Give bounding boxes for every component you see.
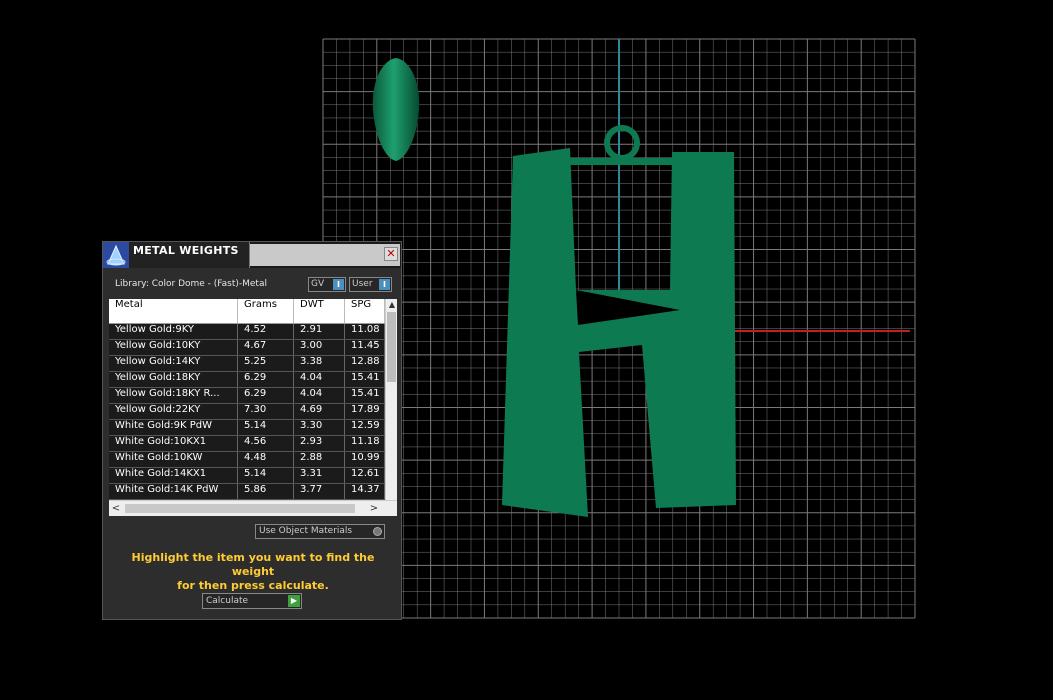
table-row[interactable]: White Gold:14KX1 5.14 3.31 12.61 [109,468,385,484]
app-logo-icon [103,242,129,268]
cell-metal: White Gold:10KW [109,452,238,467]
table-row[interactable]: Yellow Gold:9KY 4.52 2.91 11.08 [109,324,385,340]
cell-metal: Yellow Gold:10KY [109,340,238,355]
play-icon: ▶ [288,595,300,607]
cell-grams: 5.25 [238,356,294,371]
scroll-up-icon[interactable]: ▲ [386,299,397,311]
cell-grams: 5.14 [238,468,294,483]
cell-spg: 11.45 [345,340,385,355]
cell-dwt: 3.31 [294,468,345,483]
cell-grams: 4.52 [238,324,294,339]
instructions-text: Highlight the item you want to find the … [113,551,393,593]
cell-dwt: 4.04 [294,372,345,387]
cell-grams: 4.56 [238,436,294,451]
cell-grams: 6.29 [238,372,294,387]
cell-grams: 5.14 [238,420,294,435]
horizontal-scroll-thumb[interactable] [125,504,355,513]
cell-spg: 11.08 [345,324,385,339]
column-header-dwt[interactable]: DWT [294,299,345,323]
cell-metal: White Gold:14K PdW [109,484,238,499]
cell-spg: 12.59 [345,420,385,435]
cell-metal: Yellow Gold:14KY [109,356,238,371]
cell-spg: 15.41 [345,388,385,403]
table-row[interactable]: White Gold:10KX1 4.56 2.93 11.18 [109,436,385,452]
gv-toggle[interactable]: GV I [308,277,346,292]
gv-toggle-knob: I [333,279,344,290]
cell-dwt: 3.00 [294,340,345,355]
radio-icon[interactable] [373,527,382,536]
table-row[interactable]: White Gold:10KW 4.48 2.88 10.99 [109,452,385,468]
use-object-materials-label: Use Object Materials [259,526,353,536]
vertical-scroll-thumb[interactable] [387,312,396,382]
close-icon[interactable]: ✕ [384,247,398,261]
cell-metal: Yellow Gold:22KY [109,404,238,419]
use-object-materials-option[interactable]: Use Object Materials [255,524,385,539]
cell-grams: 6.29 [238,388,294,403]
table-row[interactable]: White Gold:9K PdW 5.14 3.30 12.59 [109,420,385,436]
teardrop-gem-icon[interactable] [372,58,420,161]
table-row[interactable]: Yellow Gold:22KY 7.30 4.69 17.89 [109,404,385,420]
cell-metal: Yellow Gold:18KY [109,372,238,387]
user-toggle[interactable]: User I [349,277,392,292]
cell-dwt: 4.04 [294,388,345,403]
table-row[interactable]: Yellow Gold:18KY 6.29 4.04 15.41 [109,372,385,388]
instructions-line-1: Highlight the item you want to find the … [131,551,375,578]
user-toggle-label: User [352,279,373,289]
cell-spg: 14.37 [345,484,385,499]
table-rows: Yellow Gold:9KY 4.52 2.91 11.08 Yellow Gold:… [109,324,385,500]
table-row[interactable]: Yellow Gold:10KY 4.67 3.00 11.45 [109,340,385,356]
column-header-metal[interactable]: Metal [109,299,238,323]
metal-weights-panel: METAL WEIGHTS ✕ Library: Color Dome - (F… [102,241,402,620]
cell-spg: 17.89 [345,404,385,419]
scroll-left-icon[interactable]: < [109,501,123,516]
cell-metal: White Gold:10KX1 [109,436,238,451]
cell-dwt: 4.69 [294,404,345,419]
cell-dwt: 2.91 [294,324,345,339]
instructions-line-2: for then press calculate. [177,579,329,592]
cell-dwt: 3.77 [294,484,345,499]
cell-spg: 12.61 [345,468,385,483]
cell-grams: 4.67 [238,340,294,355]
metal-table: Metal Grams DWT SPG Yellow Gold:9KY 4.52 2… [109,299,397,516]
vertical-scrollbar[interactable]: ▲ [385,299,397,500]
cell-spg: 10.99 [345,452,385,467]
cell-grams: 4.48 [238,452,294,467]
titlebar-fill [250,244,400,266]
gv-toggle-label: GV [311,279,325,289]
cell-grams: 5.86 [238,484,294,499]
horizontal-scrollbar[interactable]: < > [109,500,397,516]
cell-spg: 11.18 [345,436,385,451]
cell-grams: 7.30 [238,404,294,419]
column-header-spg[interactable]: SPG [345,299,385,323]
cell-metal: White Gold:14KX1 [109,468,238,483]
table-row[interactable]: Yellow Gold:18KY R... 6.29 4.04 15.41 [109,388,385,404]
calculate-label: Calculate [206,596,249,606]
panel-title: METAL WEIGHTS [133,244,239,257]
library-label: Library: Color Dome - (Fast)-Metal [115,279,267,289]
cell-dwt: 3.38 [294,356,345,371]
cell-metal: Yellow Gold:9KY [109,324,238,339]
calculate-button[interactable]: Calculate ▶ [202,593,302,609]
cell-dwt: 2.88 [294,452,345,467]
panel-titlebar[interactable]: METAL WEIGHTS ✕ [103,242,401,268]
column-header-grams[interactable]: Grams [238,299,294,323]
scroll-right-icon[interactable]: > [367,501,381,516]
table-header: Metal Grams DWT SPG [109,299,385,324]
table-row[interactable]: White Gold:14K PdW 5.86 3.77 14.37 [109,484,385,500]
cell-dwt: 3.30 [294,420,345,435]
cell-spg: 12.88 [345,356,385,371]
cell-dwt: 2.93 [294,436,345,451]
cell-metal: White Gold:9K PdW [109,420,238,435]
cell-spg: 15.41 [345,372,385,387]
cell-metal: Yellow Gold:18KY R... [109,388,238,403]
user-toggle-knob: I [379,279,390,290]
table-row[interactable]: Yellow Gold:14KY 5.25 3.38 12.88 [109,356,385,372]
